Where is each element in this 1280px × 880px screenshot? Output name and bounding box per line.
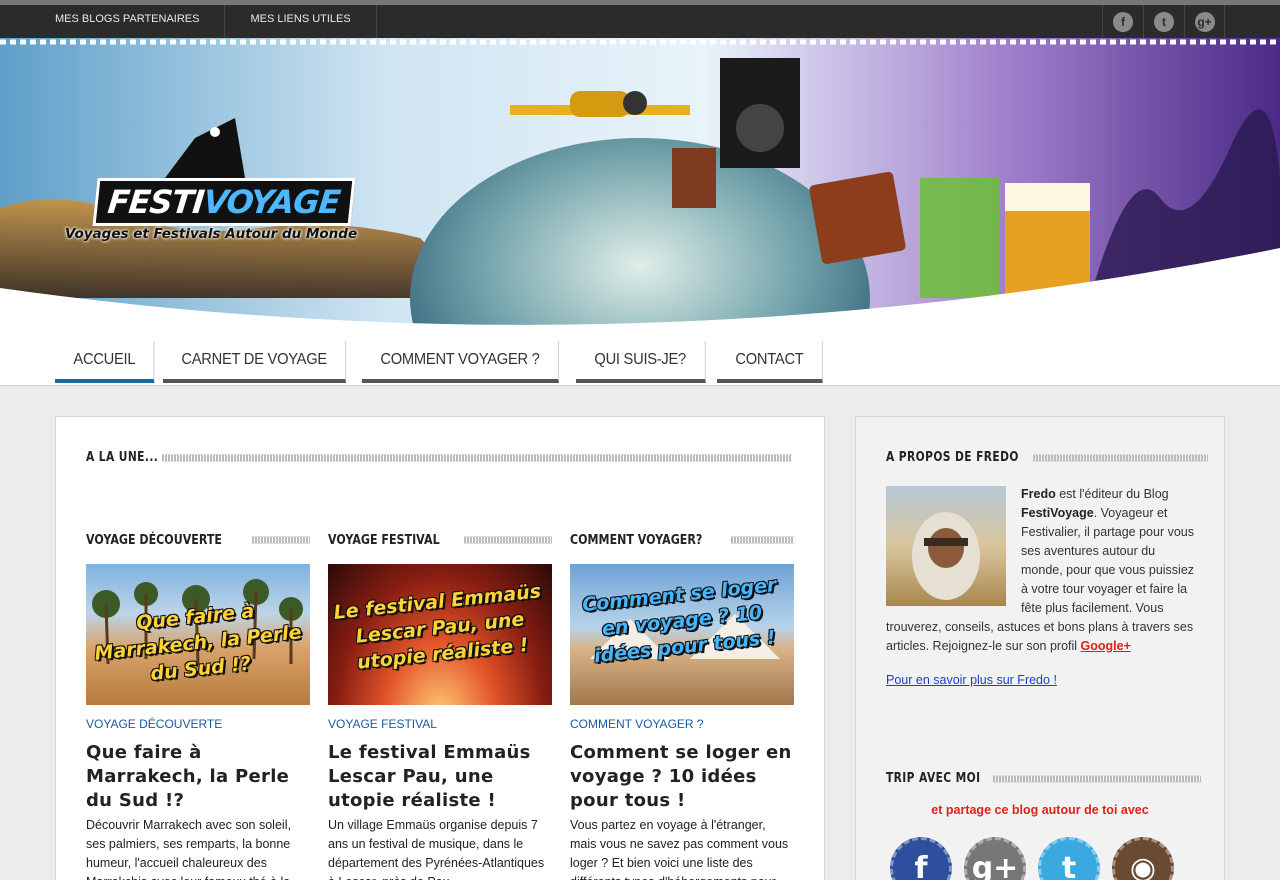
title-divider bbox=[251, 536, 310, 544]
nav-qui-suis-je[interactable]: QUI SUIS-JE? bbox=[576, 341, 706, 383]
header-banner: FESTIVOYAGE Voyages et Festivals Autour … bbox=[0, 38, 1280, 338]
twitter-button[interactable]: t bbox=[1143, 5, 1184, 38]
nav-contact[interactable]: CONTACT bbox=[717, 341, 823, 383]
top-social: f t g+ bbox=[1102, 5, 1225, 38]
top-links: MES BLOGS PARTENAIRES MES LIENS UTILES bbox=[55, 5, 377, 38]
about-title-text: A PROPOS DE FREDO bbox=[886, 450, 1019, 465]
post-excerpt: Découvrir Marrakech avec son soleil, ses… bbox=[86, 818, 291, 880]
section-title-a-la-une: A LA UNE... bbox=[86, 450, 793, 465]
sidebar: A PROPOS DE FREDO Fredo est l'éditeur du… bbox=[855, 416, 1225, 880]
google-plus-button[interactable]: g+ bbox=[1184, 5, 1225, 38]
post-title[interactable]: Le festival Emmaüs Lescar Pau, une utopi… bbox=[328, 741, 552, 813]
title-divider bbox=[464, 536, 552, 544]
about-widget: Fredo est l'éditeur du Blog FestiVoyage.… bbox=[886, 485, 1196, 690]
about-text: est l'éditeur du Blog bbox=[1055, 487, 1169, 501]
post-title[interactable]: Comment se loger en voyage ? 10 idées po… bbox=[570, 741, 794, 813]
title-divider bbox=[731, 536, 794, 544]
thumbnail-caption: Le festival Emmaüs Lescar Pau, une utopi… bbox=[332, 580, 542, 674]
nav-accueil[interactable]: ACCUEIL bbox=[55, 341, 155, 383]
logo-tagline: Voyages et Festivals Autour du Monde bbox=[65, 226, 358, 242]
author-name: Fredo bbox=[1021, 487, 1056, 501]
title-divider bbox=[162, 453, 793, 462]
google-plus-icon[interactable]: g+ bbox=[964, 837, 1026, 880]
site-logo[interactable]: FESTIVOYAGE Voyages et Festivals Autour … bbox=[65, 118, 357, 248]
column-category-text: VOYAGE DÉCOUVERTE bbox=[86, 532, 222, 548]
featured-section: A LA UNE... VOYAGE DÉCOUVERTE Que faire … bbox=[55, 416, 825, 880]
column-category-title: VOYAGE DÉCOUVERTE bbox=[86, 527, 310, 553]
logo-word-voyage: VOYAGE bbox=[201, 183, 342, 221]
google-plus-icon: g+ bbox=[1194, 11, 1215, 32]
post-thumbnail[interactable]: Comment se loger en voyage ? 10 idées po… bbox=[570, 564, 794, 705]
author-portrait bbox=[912, 512, 980, 600]
logo-wordmark: FESTIVOYAGE bbox=[92, 178, 356, 226]
post-thumbnail[interactable]: Que faire à Marrakech, la Perle du Sud !… bbox=[86, 564, 310, 705]
main-nav-bar: ACCUEIL CARNET DE VOYAGE COMMENT VOYAGER… bbox=[0, 338, 1280, 386]
nav-carnet-de-voyage[interactable]: CARNET DE VOYAGE bbox=[163, 341, 347, 383]
main-nav: ACCUEIL CARNET DE VOYAGE COMMENT VOYAGER… bbox=[55, 341, 832, 383]
share-social-icons: f g+ t ◉ bbox=[890, 837, 1174, 880]
column-category-title: COMMENT VOYAGER? bbox=[570, 527, 794, 553]
link-blogs-partenaires[interactable]: MES BLOGS PARTENAIRES bbox=[55, 5, 226, 38]
top-bar: MES BLOGS PARTENAIRES MES LIENS UTILES f… bbox=[0, 0, 1280, 38]
post-thumbnail[interactable]: Le festival Emmaüs Lescar Pau, une utopi… bbox=[328, 564, 552, 705]
nav-comment-voyager[interactable]: COMMENT VOYAGER ? bbox=[362, 341, 560, 383]
column-category-title: VOYAGE FESTIVAL bbox=[328, 527, 552, 553]
category-link[interactable]: COMMENT VOYAGER ? bbox=[570, 717, 794, 731]
column-category-text: VOYAGE FESTIVAL bbox=[328, 532, 440, 548]
category-link[interactable]: VOYAGE DÉCOUVERTE bbox=[86, 717, 310, 731]
post-card: VOYAGE DÉCOUVERTE Que faire à Marrakech,… bbox=[86, 527, 310, 880]
instagram-icon[interactable]: ◉ bbox=[1112, 837, 1174, 880]
twitter-icon: t bbox=[1154, 11, 1174, 32]
facebook-icon: f bbox=[1113, 11, 1133, 32]
trip-subtitle: et partage ce blog autour de toi avec bbox=[931, 803, 1149, 817]
about-title: A PROPOS DE FREDO bbox=[886, 450, 1208, 465]
post-excerpt: Vous partez en voyage à l'étranger, mais… bbox=[570, 818, 789, 880]
author-photo bbox=[886, 486, 1006, 606]
read-more-about-link[interactable]: Pour en savoir plus sur Fredo ! bbox=[886, 671, 1196, 690]
post-card: COMMENT VOYAGER? Comment se loger en voy… bbox=[570, 527, 794, 880]
facebook-button[interactable]: f bbox=[1102, 5, 1143, 38]
twitter-icon[interactable]: t bbox=[1038, 837, 1100, 880]
logo-word-festi: FESTI bbox=[106, 183, 206, 221]
post-card: VOYAGE FESTIVAL Le festival Emmaüs Lesca… bbox=[328, 527, 552, 880]
post-title[interactable]: Que faire à Marrakech, la Perle du Sud !… bbox=[86, 741, 310, 813]
title-divider bbox=[993, 774, 1202, 783]
category-link[interactable]: VOYAGE FESTIVAL bbox=[328, 717, 552, 731]
section-title-text: A LA UNE... bbox=[86, 450, 159, 465]
post-excerpt: Un village Emmaüs organise depuis 7 ans … bbox=[328, 818, 545, 880]
logo-palm-icon bbox=[165, 118, 245, 178]
facebook-icon[interactable]: f bbox=[890, 837, 952, 880]
trip-title-text: TRIP AVEC MOI bbox=[886, 771, 981, 786]
google-plus-profile-link[interactable]: Google+ bbox=[1081, 639, 1131, 653]
title-divider bbox=[1032, 453, 1208, 462]
link-liens-utiles[interactable]: MES LIENS UTILES bbox=[225, 5, 377, 38]
blog-name: FestiVoyage bbox=[1021, 506, 1094, 520]
trip-title: TRIP AVEC MOI bbox=[886, 771, 1202, 786]
column-category-text: COMMENT VOYAGER? bbox=[570, 532, 703, 548]
